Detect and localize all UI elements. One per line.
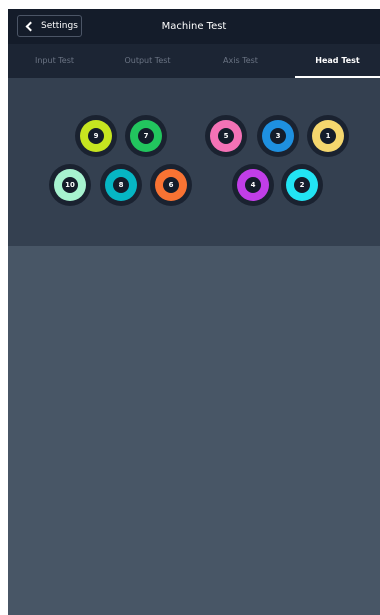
tab-axis-test[interactable]: Axis Test xyxy=(194,44,287,78)
back-button-label: Settings xyxy=(41,21,78,31)
head-number: 9 xyxy=(88,128,104,144)
head-button-8[interactable]: 8 xyxy=(100,164,142,206)
head-button-4[interactable]: 4 xyxy=(232,164,274,206)
tab-bar: Input Test Output Test Axis Test Head Te… xyxy=(8,44,380,78)
head-ring: 1 xyxy=(312,120,344,152)
head-button-6[interactable]: 6 xyxy=(150,164,192,206)
head-button-5[interactable]: 5 xyxy=(205,115,247,157)
chevron-left-icon xyxy=(25,21,36,31)
tab-head-test[interactable]: Head Test xyxy=(295,44,380,78)
head-ring: 8 xyxy=(105,169,137,201)
head-button-3[interactable]: 3 xyxy=(257,115,299,157)
head-ring: 5 xyxy=(210,120,242,152)
head-number: 10 xyxy=(62,177,78,193)
head-ring: 10 xyxy=(54,169,86,201)
header-bar: Settings Machine Test xyxy=(8,9,380,44)
head-number: 2 xyxy=(294,177,310,193)
head-button-9[interactable]: 9 xyxy=(75,115,117,157)
head-button-10[interactable]: 10 xyxy=(49,164,91,206)
head-number: 1 xyxy=(320,128,336,144)
head-ring: 9 xyxy=(80,120,112,152)
back-to-settings-button[interactable]: Settings xyxy=(17,15,82,37)
head-number: 4 xyxy=(245,177,261,193)
head-test-panel: 9 7 5 3 1 10 8 6 4 2 xyxy=(8,78,380,246)
head-number: 6 xyxy=(163,177,179,193)
head-button-2[interactable]: 2 xyxy=(281,164,323,206)
head-number: 7 xyxy=(138,128,154,144)
head-ring: 2 xyxy=(286,169,318,201)
head-ring: 6 xyxy=(155,169,187,201)
tab-input-test[interactable]: Input Test xyxy=(8,44,101,78)
head-ring: 7 xyxy=(130,120,162,152)
head-ring: 4 xyxy=(237,169,269,201)
head-button-1[interactable]: 1 xyxy=(307,115,349,157)
head-number: 3 xyxy=(270,128,286,144)
tab-output-test[interactable]: Output Test xyxy=(101,44,194,78)
head-number: 8 xyxy=(113,177,129,193)
head-number: 5 xyxy=(218,128,234,144)
head-button-7[interactable]: 7 xyxy=(125,115,167,157)
head-ring: 3 xyxy=(262,120,294,152)
machine-test-screen: Settings Machine Test Input Test Output … xyxy=(8,9,380,615)
